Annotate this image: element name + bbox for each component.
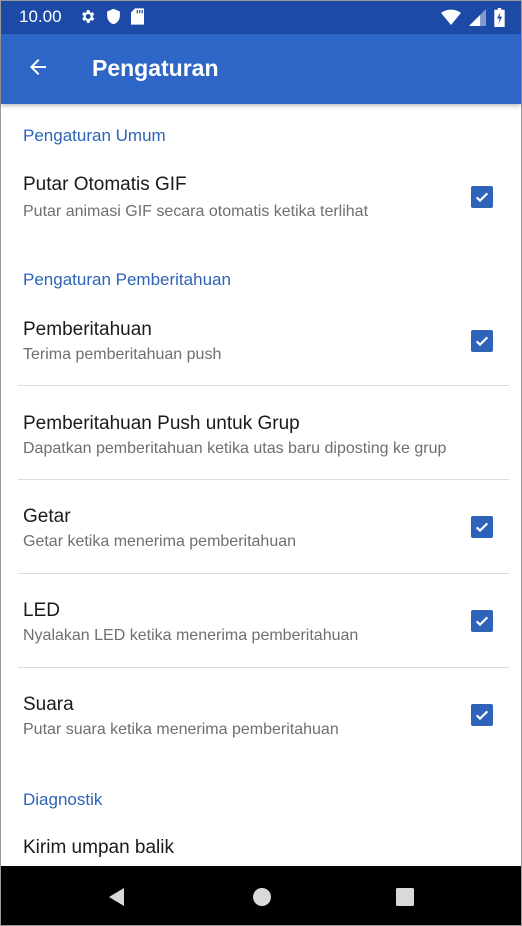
check-icon xyxy=(475,522,489,533)
setting-sound[interactable]: Suara Putar suara ketika menerima pember… xyxy=(1,668,521,762)
setting-subtitle: Putar animasi GIF secara otomatis ketika… xyxy=(23,203,369,220)
page-title: Pengaturan xyxy=(92,55,219,81)
home-circle-icon[interactable] xyxy=(250,885,274,909)
setting-subtitle: Putar suara ketika menerima pemberitahua… xyxy=(23,721,339,738)
check-icon xyxy=(475,192,489,203)
setting-notification[interactable]: Pemberitahuan Terima pemberitahuan push xyxy=(1,306,521,386)
check-icon xyxy=(475,336,489,347)
battery-icon xyxy=(494,8,505,32)
setting-subtitle: Nyalakan LED ketika menerima pemberitahu… xyxy=(23,627,359,644)
section-header-diagnostics: Diagnostik xyxy=(23,790,103,809)
setting-autoplay-gif[interactable]: Putar Otomatis GIF Putar animasi GIF sec… xyxy=(1,162,521,234)
notification-checkbox[interactable] xyxy=(471,330,493,352)
setting-subtitle: Dapatkan pemberitahuan ketika utas baru … xyxy=(23,440,447,457)
led-checkbox[interactable] xyxy=(471,610,493,632)
setting-title: Pemberitahuan xyxy=(23,319,152,340)
autoplay-gif-checkbox[interactable] xyxy=(471,186,493,208)
setting-led[interactable]: LED Nyalakan LED ketika menerima pemberi… xyxy=(1,574,521,668)
app-bar: Pengaturan xyxy=(1,34,521,104)
shield-icon xyxy=(106,8,121,30)
setting-title: Pemberitahuan Push untuk Grup xyxy=(23,413,300,434)
status-icons-left xyxy=(79,8,144,30)
wifi-icon xyxy=(441,9,461,31)
vibrate-checkbox[interactable] xyxy=(471,516,493,538)
setting-vibrate[interactable]: Getar Getar ketika menerima pemberitahua… xyxy=(1,480,521,574)
setting-send-feedback[interactable]: Kirim umpan balik xyxy=(1,822,521,866)
gear-icon xyxy=(79,8,96,30)
sd-card-icon xyxy=(131,8,144,30)
status-bar: 10.00 xyxy=(1,1,521,34)
setting-subtitle: Getar ketika menerima pemberitahuan xyxy=(23,533,297,550)
setting-subtitle: Terima pemberitahuan push xyxy=(23,346,222,363)
setting-group-push[interactable]: Pemberitahuan Push untuk Grup Dapatkan p… xyxy=(1,386,521,480)
section-header-general: Pengaturan Umum xyxy=(23,126,166,145)
setting-title: Kirim umpan balik xyxy=(23,837,174,858)
status-icons-right xyxy=(441,8,505,32)
signal-icon xyxy=(469,9,486,31)
back-button[interactable] xyxy=(19,50,57,88)
status-time: 10.00 xyxy=(19,7,62,26)
check-icon xyxy=(475,616,489,627)
setting-title: Putar Otomatis GIF xyxy=(23,174,187,195)
setting-title: Suara xyxy=(23,694,74,715)
check-icon xyxy=(475,710,489,721)
section-header-notifications: Pengaturan Pemberitahuan xyxy=(23,270,231,289)
back-triangle-icon[interactable] xyxy=(105,885,129,909)
recents-square-icon[interactable] xyxy=(393,885,417,909)
arrow-left-icon xyxy=(26,55,50,84)
sound-checkbox[interactable] xyxy=(471,704,493,726)
setting-title: LED xyxy=(23,600,60,621)
setting-title: Getar xyxy=(23,506,71,527)
system-nav-bar xyxy=(1,866,521,925)
settings-list[interactable]: Pengaturan Umum Putar Otomatis GIF Putar… xyxy=(1,104,521,866)
